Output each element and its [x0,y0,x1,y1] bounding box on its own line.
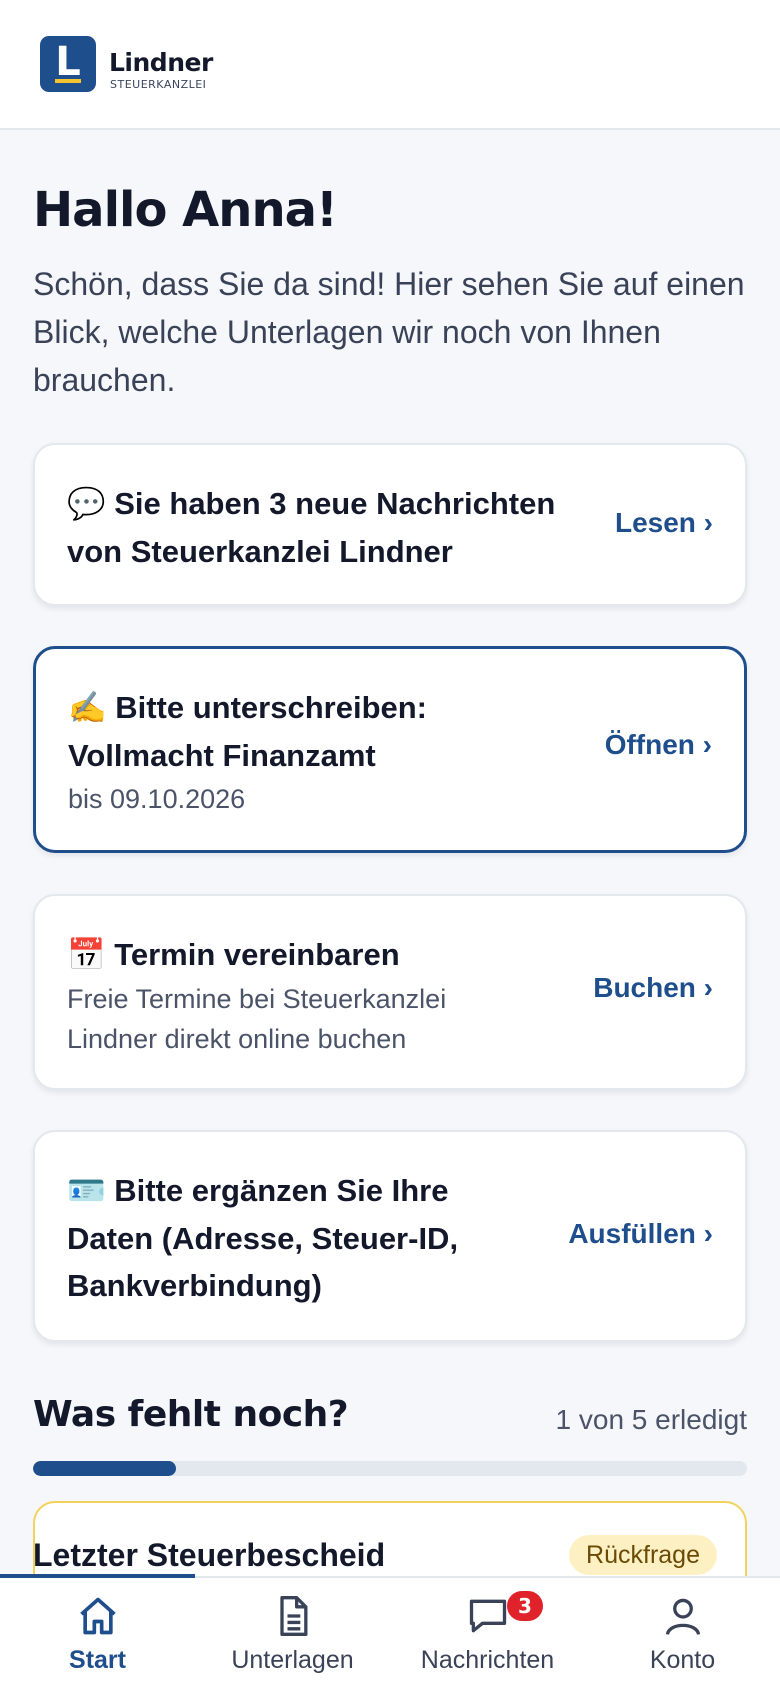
progress-bar-fill [33,1461,176,1476]
tab-nachrichten-label: Nachrichten [420,1646,555,1674]
tab-konto[interactable]: Konto [585,1576,780,1688]
messages-card-body: 💬 Sie haben 3 neue Nachrichten von Steue… [67,480,587,575]
tab-nachrichten[interactable]: 3 Nachrichten [390,1576,585,1688]
tab-start-label: Start [69,1646,126,1674]
home-icon [80,1597,116,1635]
document-icon [280,1596,308,1636]
open-document-link[interactable]: Öffnen › [605,729,712,761]
brand-subtitle: STEUERKANZLEI [110,78,207,91]
writing-hand-icon: ✍️ [68,690,107,726]
sign-document-card[interactable]: ✍️ Bitte unterschreiben: Vollmacht Finan… [33,646,747,853]
data-card-title-text: Bitte ergänzen Sie Ihre Daten (Adresse, … [67,1173,459,1303]
book-appointment-link[interactable]: Buchen › [593,972,713,1004]
intro-text: Schön, dass Sie da sind! Hier sehen Sie … [33,266,745,398]
tab-unterlagen[interactable]: Unterlagen [195,1576,390,1688]
complete-data-card[interactable]: 🪪 Bitte ergänzen Sie Ihre Daten (Adresse… [33,1130,747,1342]
data-card-body: 🪪 Bitte ergänzen Sie Ihre Daten (Adresse… [67,1167,517,1309]
brand-name: Lindner [109,48,213,77]
chat-icon [469,1599,507,1633]
appointment-card-title: 📅 Termin vereinbaren [67,931,527,979]
progress-bar [33,1461,747,1476]
sign-card-document-name: Vollmacht Finanzamt [68,738,376,773]
document-title: Letzter Steuerbescheid [33,1537,386,1573]
tab-konto-label: Konto [649,1646,716,1674]
fill-data-link[interactable]: Ausfüllen › [568,1218,713,1250]
calendar-icon: 📅 [67,937,106,973]
logo-letter: L [55,39,81,85]
sign-card-due-date: bis 09.10.2026 [68,784,246,814]
missing-section-title: Was fehlt noch? [33,1394,349,1435]
unread-count-badge: 3 [507,1591,543,1621]
brand-logo[interactable]: L [40,36,96,92]
logo-underline [55,79,81,83]
tab-unterlagen-label: Unterlagen [231,1646,354,1674]
sign-card-body: ✍️ Bitte unterschreiben: Vollmacht Finan… [68,684,588,819]
app-header: L Lindner STEUERKANZLEI [0,0,780,130]
appointment-card[interactable]: 📅 Termin vereinbaren Freie Termine bei S… [33,894,747,1090]
greeting-title: Hallo Anna! [33,182,338,238]
appointment-card-title-text: Termin vereinbaren [114,937,400,972]
messages-card-title: 💬 Sie haben 3 neue Nachrichten von Steue… [67,480,587,575]
sign-card-title-line1: Bitte unterschreiben: [115,690,428,725]
sign-card-title: ✍️ Bitte unterschreiben: [68,684,588,732]
id-card-icon: 🪪 [67,1173,106,1209]
status-badge: Rückfrage [569,1535,717,1575]
speech-bubble-icon: 💬 [67,486,106,522]
tab-start[interactable]: Start [0,1576,195,1688]
progress-status-text: 1 von 5 erledigt [555,1404,747,1435]
data-card-title: 🪪 Bitte ergänzen Sie Ihre Daten (Adresse… [67,1167,517,1309]
appointment-card-body: 📅 Termin vereinbaren Freie Termine bei S… [67,931,527,1059]
messages-card-text: Sie haben 3 neue Nachrichten von Steuerk… [67,486,556,569]
user-icon [665,1598,701,1635]
read-messages-link[interactable]: Lesen › [615,507,713,539]
appointment-card-subtitle: Freie Termine bei Steuerkanzlei Lindner … [67,984,447,1054]
messages-card[interactable]: 💬 Sie haben 3 neue Nachrichten von Steue… [33,443,747,606]
